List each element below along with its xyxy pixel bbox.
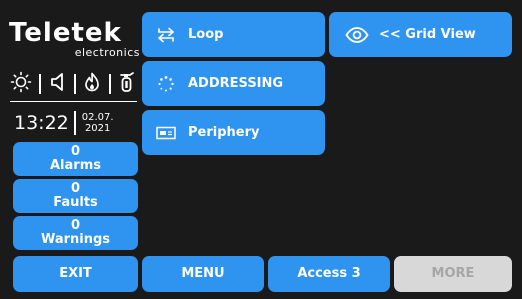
- sun-icon: [10, 71, 32, 97]
- periphery-button[interactable]: Periphery: [142, 110, 325, 155]
- status-divider: [10, 101, 137, 102]
- alarms-count: 0: [70, 144, 81, 159]
- module-card-icon: [156, 123, 176, 143]
- status-icons-row: [10, 71, 136, 97]
- swap-arrows-icon: [156, 25, 176, 45]
- extinguisher-icon: [118, 71, 136, 97]
- loop-button[interactable]: Loop: [142, 12, 325, 57]
- teletek-logo: Teletek electronics: [9, 20, 140, 58]
- clock-date-year: 2021: [84, 123, 111, 134]
- alarms-label: Alarms: [50, 158, 101, 173]
- eye-icon: [345, 25, 369, 45]
- grid-view-label: << Grid View: [379, 27, 476, 42]
- menu-label: MENU: [181, 266, 225, 281]
- status-separator: [39, 74, 42, 94]
- warnings-count: 0: [70, 218, 81, 233]
- clock-display: 13:22 02.07. 2021: [14, 108, 140, 138]
- fire-icon: [83, 72, 101, 96]
- exit-button[interactable]: EXIT: [13, 256, 138, 292]
- loop-label: Loop: [188, 27, 224, 42]
- faults-counter-button[interactable]: 0 Faults: [13, 179, 138, 213]
- addressing-button[interactable]: ADDRESSING: [142, 61, 325, 106]
- clock-time: 13:22: [14, 112, 69, 134]
- speaker-icon: [49, 72, 67, 96]
- status-separator: [73, 74, 76, 94]
- exit-label: EXIT: [59, 266, 92, 281]
- status-separator: [108, 74, 111, 94]
- more-button[interactable]: MORE: [394, 256, 512, 292]
- access-label: Access 3: [297, 266, 361, 281]
- access-level-button[interactable]: Access 3: [268, 256, 390, 292]
- addressing-label: ADDRESSING: [188, 76, 284, 91]
- faults-label: Faults: [53, 195, 98, 210]
- menu-button[interactable]: MENU: [142, 256, 264, 292]
- spinner-icon: [156, 74, 176, 94]
- warnings-label: Warnings: [40, 232, 111, 247]
- warnings-counter-button[interactable]: 0 Warnings: [13, 216, 138, 250]
- logo-text: Teletek: [9, 18, 122, 48]
- clock-date: 02.07. 2021: [82, 112, 114, 134]
- panel-screen: Teletek electronics 13:22 02.07. 2021 0 …: [0, 0, 522, 299]
- alarms-counter-button[interactable]: 0 Alarms: [13, 142, 138, 176]
- periphery-label: Periphery: [188, 125, 260, 140]
- clock-date-day-month: 02.07.: [81, 112, 114, 123]
- more-label: MORE: [431, 266, 475, 281]
- grid-view-button[interactable]: << Grid View: [329, 12, 512, 57]
- clock-separator: [73, 111, 76, 135]
- logo-subtext: electronics: [74, 46, 140, 59]
- faults-count: 0: [70, 181, 81, 196]
